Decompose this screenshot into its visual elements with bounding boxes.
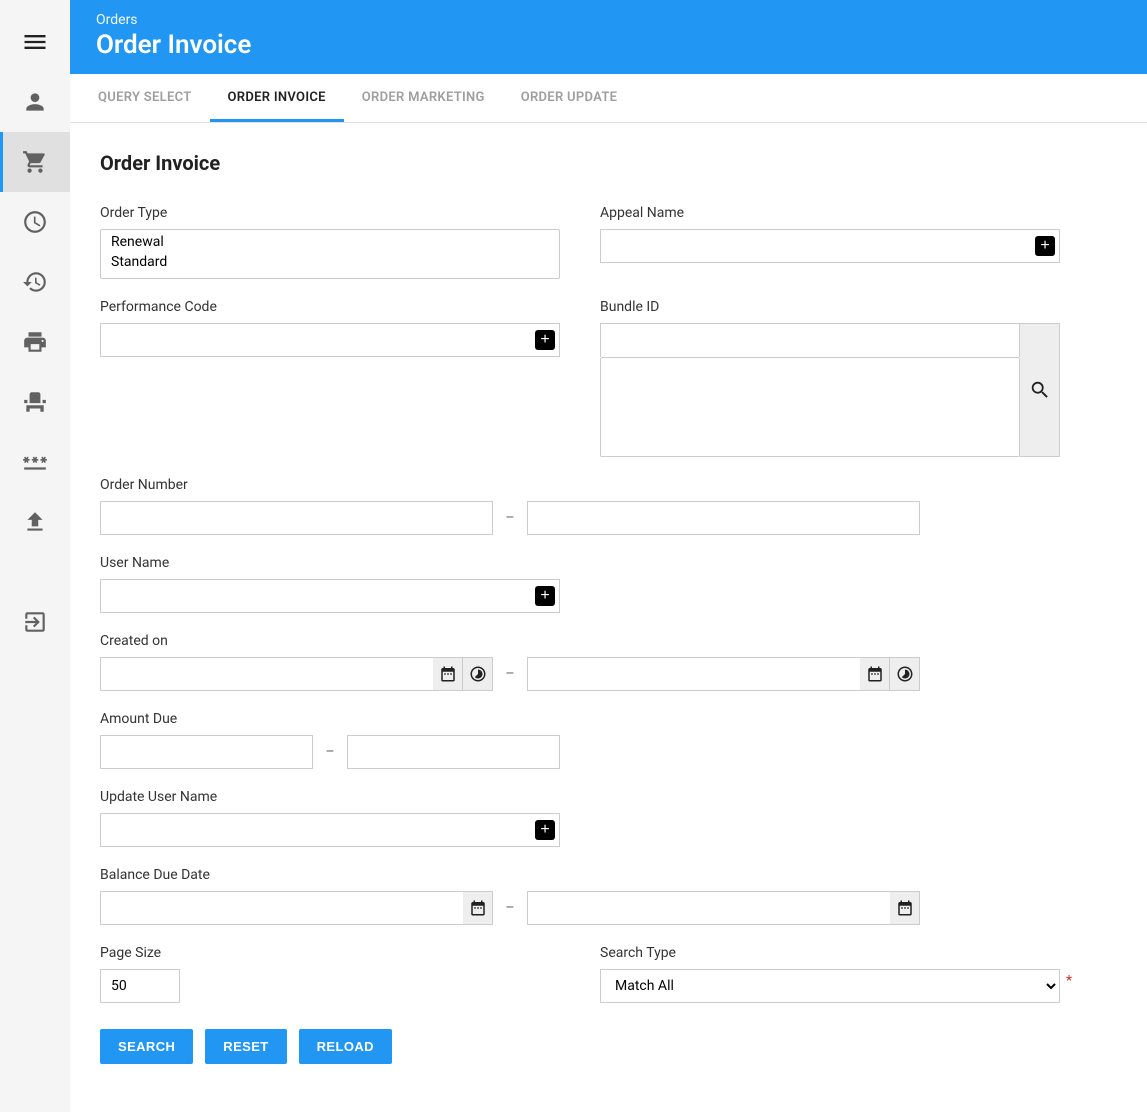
tab-query-select[interactable]: QUERY SELECT bbox=[80, 74, 210, 122]
calendar-icon bbox=[439, 665, 457, 683]
amount-due-to-input[interactable] bbox=[347, 735, 560, 769]
page-size-input[interactable] bbox=[100, 969, 180, 1003]
required-mark: * bbox=[1066, 973, 1072, 989]
search-type-select[interactable]: Match All bbox=[600, 969, 1060, 1003]
cart-icon bbox=[22, 149, 48, 175]
header: Orders Order Invoice bbox=[70, 0, 1147, 74]
created-on-from-time-button[interactable] bbox=[463, 657, 493, 691]
created-on-label: Created on bbox=[100, 633, 920, 649]
created-on-to-input[interactable] bbox=[527, 657, 860, 691]
tab-order-invoice[interactable]: ORDER INVOICE bbox=[210, 74, 344, 122]
sidebar-item-logout[interactable] bbox=[0, 592, 70, 652]
order-number-from-input[interactable] bbox=[100, 501, 493, 535]
upload-icon bbox=[22, 509, 48, 535]
appeal-name-input[interactable] bbox=[600, 229, 1060, 263]
bundle-id-input[interactable] bbox=[600, 323, 1020, 357]
history-icon bbox=[22, 269, 48, 295]
timelapse-icon bbox=[469, 665, 487, 683]
calendar-icon bbox=[469, 899, 487, 917]
user-name-add-button[interactable]: + bbox=[535, 586, 555, 606]
performance-code-input[interactable] bbox=[100, 323, 560, 357]
print-icon bbox=[22, 329, 48, 355]
plus-icon: + bbox=[540, 332, 549, 348]
page-header-title: Order Invoice bbox=[96, 30, 1121, 60]
tabs: QUERY SELECT ORDER INVOICE ORDER MARKETI… bbox=[70, 74, 1147, 123]
order-type-label: Order Type bbox=[100, 205, 560, 221]
sidebar bbox=[0, 0, 70, 1112]
performance-code-add-button[interactable]: + bbox=[535, 330, 555, 350]
balance-due-from-date-button[interactable] bbox=[463, 891, 493, 925]
person-icon bbox=[22, 89, 48, 115]
amount-due-from-input[interactable] bbox=[100, 735, 313, 769]
logout-icon bbox=[22, 609, 48, 635]
sidebar-item-payments[interactable] bbox=[0, 432, 70, 492]
created-on-from-date-button[interactable] bbox=[433, 657, 463, 691]
appeal-name-label: Appeal Name bbox=[600, 205, 1060, 221]
performance-code-label: Performance Code bbox=[100, 299, 560, 315]
plus-icon: + bbox=[540, 588, 549, 604]
appeal-name-add-button[interactable]: + bbox=[1035, 236, 1055, 256]
hamburger-icon bbox=[21, 28, 49, 56]
balance-due-to-input[interactable] bbox=[527, 891, 890, 925]
range-separator: – bbox=[503, 510, 516, 526]
balance-due-date-label: Balance Due Date bbox=[100, 867, 920, 883]
main: Orders Order Invoice QUERY SELECT ORDER … bbox=[70, 0, 1147, 1112]
update-user-name-label: Update User Name bbox=[100, 789, 560, 805]
menu-toggle[interactable] bbox=[0, 12, 70, 72]
bundle-id-list[interactable] bbox=[600, 357, 1020, 457]
sidebar-item-recent[interactable] bbox=[0, 192, 70, 252]
range-separator: – bbox=[503, 900, 516, 916]
sidebar-item-print[interactable] bbox=[0, 312, 70, 372]
update-user-name-add-button[interactable]: + bbox=[535, 820, 555, 840]
plus-icon: + bbox=[540, 822, 549, 838]
plus-icon: + bbox=[1040, 238, 1049, 254]
created-on-to-time-button[interactable] bbox=[890, 657, 920, 691]
content: Order Invoice Order Type Renewal Standar… bbox=[70, 123, 1147, 1112]
sidebar-item-seats[interactable] bbox=[0, 372, 70, 432]
amount-due-label: Amount Due bbox=[100, 711, 560, 727]
reload-button[interactable]: RELOAD bbox=[299, 1029, 392, 1064]
range-separator: – bbox=[503, 666, 516, 682]
update-user-name-input[interactable] bbox=[100, 813, 560, 847]
user-name-label: User Name bbox=[100, 555, 560, 571]
payments-icon bbox=[22, 449, 48, 475]
user-name-input[interactable] bbox=[100, 579, 560, 613]
tab-order-marketing[interactable]: ORDER MARKETING bbox=[344, 74, 503, 122]
breadcrumb: Orders bbox=[96, 12, 1121, 28]
sidebar-item-upload[interactable] bbox=[0, 492, 70, 552]
created-on-from-input[interactable] bbox=[100, 657, 433, 691]
tab-order-update[interactable]: ORDER UPDATE bbox=[503, 74, 636, 122]
order-type-select[interactable]: Renewal Standard bbox=[100, 229, 560, 279]
clock-icon bbox=[22, 209, 48, 235]
order-number-to-input[interactable] bbox=[527, 501, 920, 535]
page-title: Order Invoice bbox=[100, 151, 1117, 175]
range-separator: – bbox=[323, 744, 336, 760]
balance-due-from-input[interactable] bbox=[100, 891, 463, 925]
seat-icon bbox=[22, 389, 48, 415]
bundle-id-search-button[interactable] bbox=[1020, 323, 1060, 457]
search-icon bbox=[1029, 379, 1051, 401]
sidebar-item-orders[interactable] bbox=[0, 132, 70, 192]
sidebar-item-history[interactable] bbox=[0, 252, 70, 312]
bundle-id-label: Bundle ID bbox=[600, 299, 1060, 315]
search-type-label: Search Type bbox=[600, 945, 1060, 961]
calendar-icon bbox=[866, 665, 884, 683]
search-button[interactable]: SEARCH bbox=[100, 1029, 193, 1064]
created-on-to-date-button[interactable] bbox=[860, 657, 890, 691]
timelapse-icon bbox=[896, 665, 914, 683]
page-size-label: Page Size bbox=[100, 945, 560, 961]
reset-button[interactable]: RESET bbox=[205, 1029, 286, 1064]
balance-due-to-date-button[interactable] bbox=[890, 891, 920, 925]
order-number-label: Order Number bbox=[100, 477, 920, 493]
sidebar-item-profile[interactable] bbox=[0, 72, 70, 132]
calendar-icon bbox=[896, 899, 914, 917]
